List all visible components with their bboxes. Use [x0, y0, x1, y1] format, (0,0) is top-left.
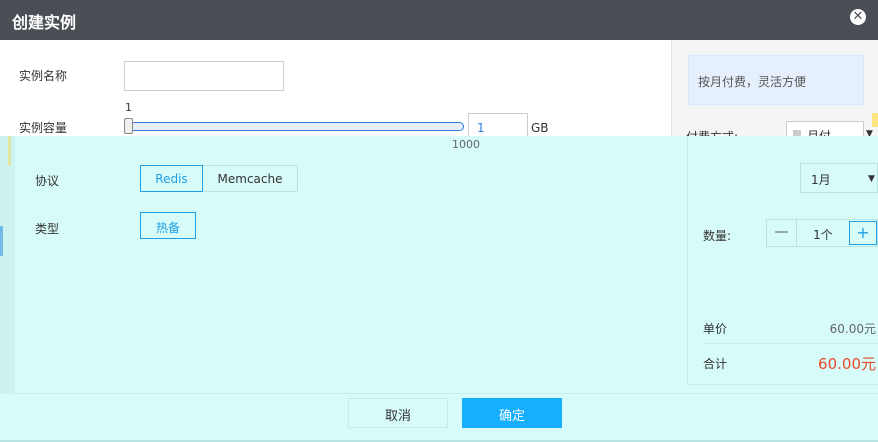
- dialog-title: 创建实例: [12, 13, 77, 32]
- type-label: 类型: [35, 222, 60, 236]
- capacity-min-label: 1: [125, 101, 132, 114]
- promo-text: 按月付费，灵活方便: [698, 75, 807, 89]
- plus-icon[interactable]: +: [849, 221, 877, 245]
- quantity-stepper: — 1个 +: [766, 219, 878, 247]
- footer-divider: [15, 393, 878, 394]
- capacity-unit-label: GB: [531, 121, 549, 135]
- quantity-label: 数量:: [703, 229, 732, 243]
- unit-price-label: 单价: [703, 322, 728, 336]
- edge-tab: [872, 113, 878, 127]
- protocol-option-memcache[interactable]: Memcache: [202, 165, 298, 192]
- capacity-max-label: 1000: [452, 138, 480, 151]
- price-divider: [703, 343, 878, 344]
- capacity-slider-track[interactable]: [128, 122, 464, 131]
- edge-marker: [8, 136, 11, 166]
- close-icon[interactable]: ✕: [850, 9, 866, 25]
- minus-icon[interactable]: —: [767, 220, 797, 246]
- type-option-hot-standby[interactable]: 热备: [140, 212, 196, 239]
- quantity-value[interactable]: 1个: [797, 220, 849, 246]
- instance-name-label: 实例名称: [19, 69, 68, 83]
- chevron-down-icon[interactable]: ▼: [868, 174, 875, 184]
- edge-marker: [0, 226, 3, 256]
- cancel-button[interactable]: 取消: [348, 398, 448, 428]
- total-label: 合计: [703, 357, 728, 371]
- confirm-button[interactable]: 确定: [462, 398, 562, 428]
- unit-price-value: 60.00元: [829, 322, 876, 336]
- protocol-label: 协议: [35, 174, 60, 188]
- billing-promo-box: 按月付费，灵活方便: [688, 55, 864, 105]
- instance-name-input[interactable]: [124, 61, 284, 91]
- overlay-left-strip: [0, 136, 15, 394]
- period-value: 1月: [811, 173, 831, 187]
- total-value: 60.00元: [818, 355, 876, 373]
- panel-divider: [671, 40, 672, 136]
- capacity-label: 实例容量: [19, 121, 68, 135]
- capacity-slider-handle[interactable]: [124, 118, 133, 134]
- dialog-titlebar: 创建实例 ✕: [0, 0, 878, 40]
- protocol-option-redis[interactable]: Redis: [140, 165, 203, 192]
- period-select[interactable]: 1月: [800, 163, 878, 193]
